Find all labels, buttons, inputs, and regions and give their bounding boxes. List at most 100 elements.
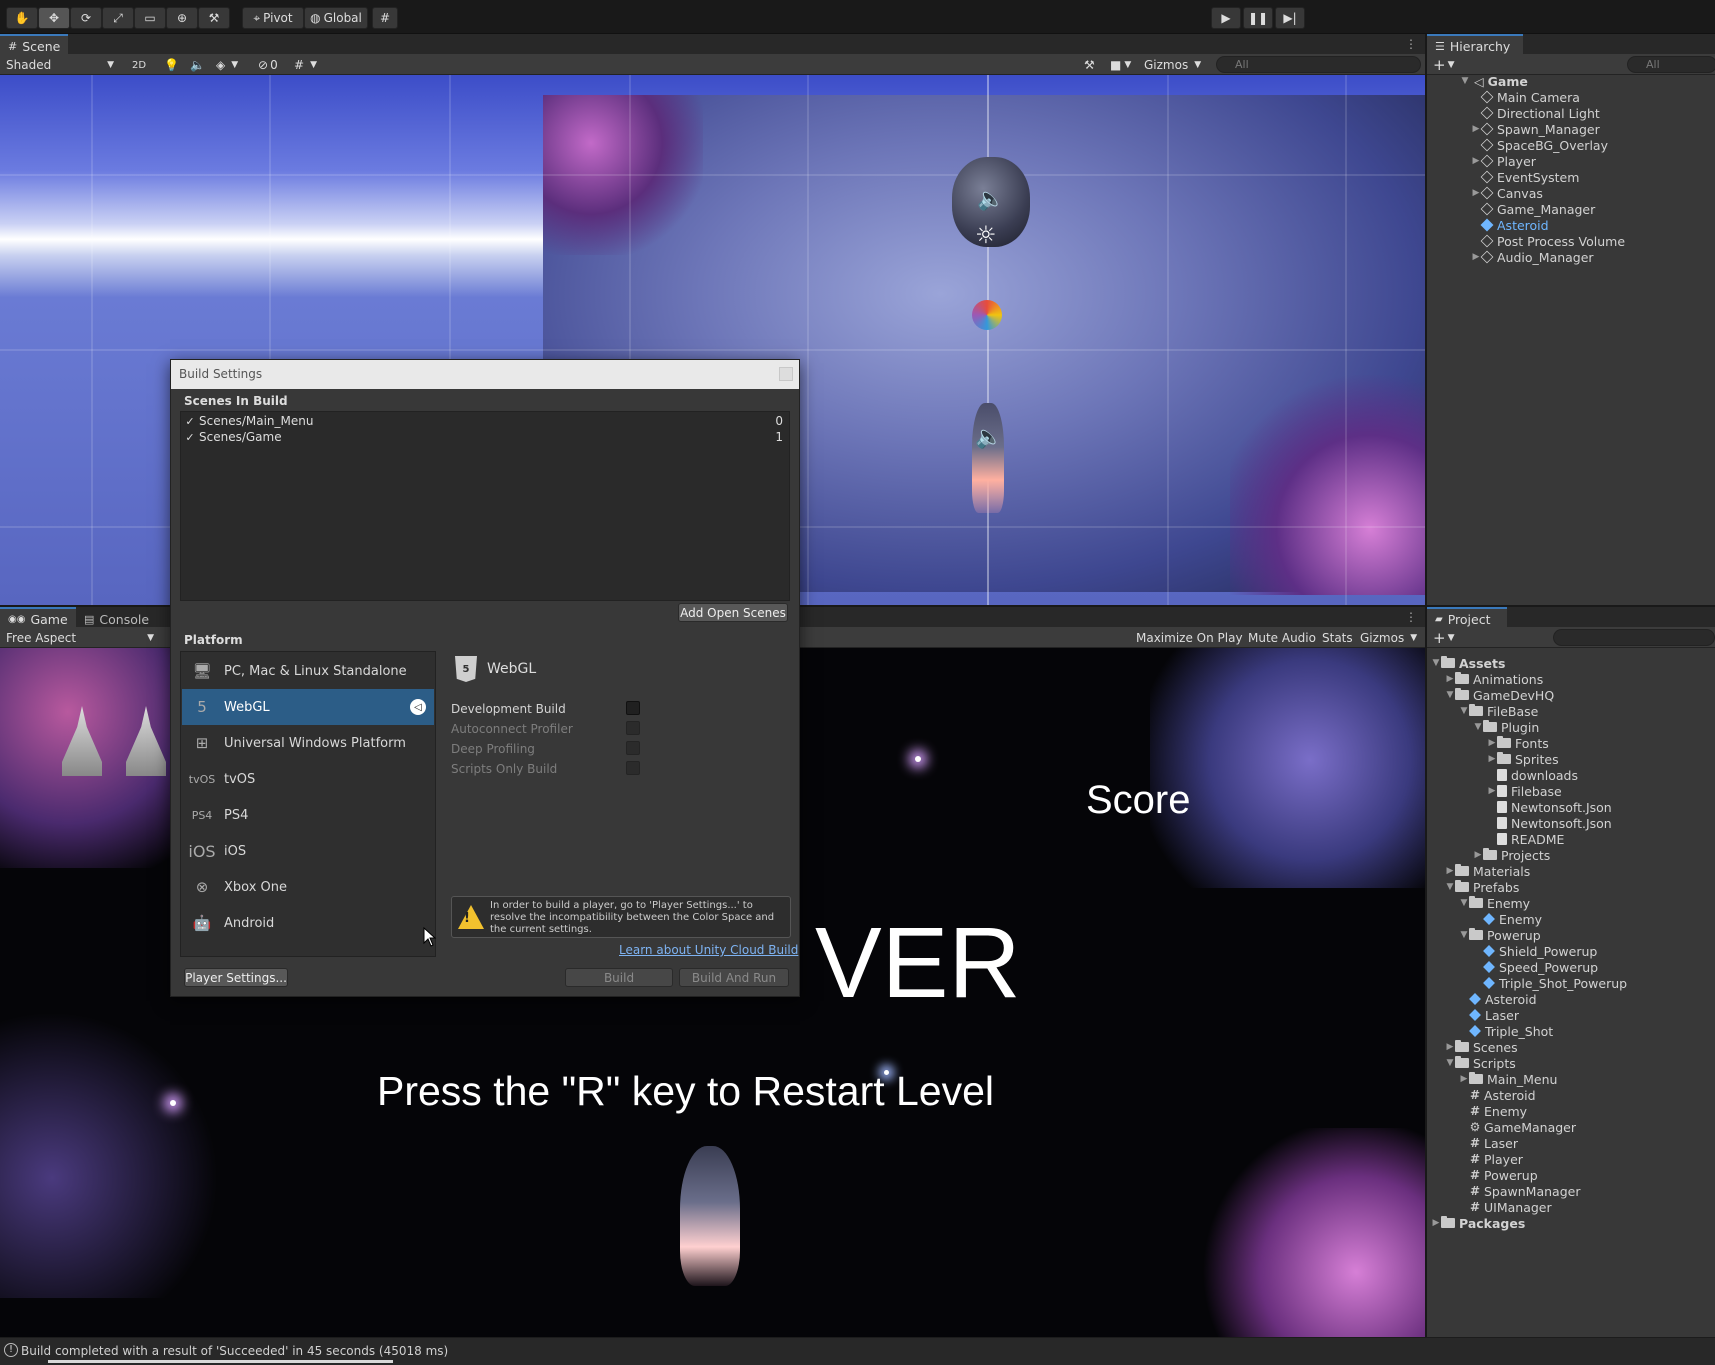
- tab-console[interactable]: ▤ Console: [76, 607, 166, 629]
- platform-item[interactable]: 🤖 Android: [182, 905, 434, 941]
- project-item[interactable]: ▼ Assets: [1431, 655, 1506, 671]
- project-item[interactable]: # Laser: [1459, 1135, 1518, 1151]
- chevron-right-icon[interactable]: ▶: [1445, 1042, 1455, 1052]
- build-option-checkbox[interactable]: [626, 721, 640, 735]
- mute-audio-toggle[interactable]: Mute Audio: [1244, 629, 1320, 647]
- tab-game[interactable]: ◉◉ Game: [0, 607, 76, 629]
- chevron-right-icon[interactable]: ▶: [1487, 786, 1497, 796]
- hierarchy-item[interactable]: Directional Light: [1471, 105, 1600, 121]
- hierarchy-scene-row[interactable]: ▼ ◁ Game: [1460, 73, 1528, 89]
- shading-mode-dropdown[interactable]: Shaded ▼: [2, 56, 118, 74]
- scene-gizmos-dropdown[interactable]: Gizmos ▼: [1140, 56, 1206, 74]
- chevron-right-icon[interactable]: ▶: [1471, 188, 1481, 198]
- hierarchy-item[interactable]: ▶ Canvas: [1471, 185, 1543, 201]
- tools-toggle[interactable]: ⚒: [1080, 56, 1099, 74]
- scene-row[interactable]: ✓ Scenes/Main_Menu 0: [181, 413, 787, 429]
- build-and-run-button[interactable]: Build And Run: [679, 968, 789, 987]
- stats-toggle[interactable]: Stats: [1318, 629, 1357, 647]
- close-icon[interactable]: [779, 367, 793, 381]
- project-item[interactable]: Asteroid: [1459, 991, 1537, 1007]
- platform-item[interactable]: 🖥 PC, Mac & Linux Standalone: [182, 653, 434, 689]
- chevron-right-icon[interactable]: ▶: [1445, 866, 1455, 876]
- audio-toggle[interactable]: 🔈: [186, 56, 209, 74]
- global-toggle[interactable]: ◍ Global: [304, 7, 368, 29]
- tab-scene[interactable]: # Scene: [0, 34, 68, 56]
- chevron-down-icon[interactable]: ▼: [1459, 706, 1469, 716]
- play-button[interactable]: ▶: [1211, 7, 1241, 29]
- chevron-right-icon[interactable]: ▶: [1459, 1074, 1469, 1084]
- hierarchy-item[interactable]: ▶ Audio_Manager: [1471, 249, 1594, 265]
- hierarchy-item[interactable]: EventSystem: [1471, 169, 1579, 185]
- camera-dropdown[interactable]: ■ ▼: [1106, 56, 1136, 74]
- project-item[interactable]: Enemy: [1473, 911, 1542, 927]
- project-item[interactable]: Shield_Powerup: [1473, 943, 1597, 959]
- game-more-icon[interactable]: ⋮: [1405, 610, 1417, 624]
- chevron-down-icon[interactable]: ▼: [1460, 76, 1470, 86]
- hierarchy-item[interactable]: Main Camera: [1471, 89, 1580, 105]
- hierarchy-item[interactable]: Game_Manager: [1471, 201, 1595, 217]
- hierarchy-item[interactable]: Post Process Volume: [1471, 233, 1625, 249]
- dialog-title-bar[interactable]: Build Settings: [171, 360, 799, 389]
- project-item[interactable]: ▼ Powerup: [1459, 927, 1541, 943]
- chevron-right-icon[interactable]: ▶: [1487, 754, 1497, 764]
- tab-project[interactable]: ▰ Project: [1427, 607, 1507, 629]
- chevron-right-icon[interactable]: ▶: [1487, 738, 1497, 748]
- toggle-2d-button[interactable]: 2D: [128, 56, 151, 74]
- project-item[interactable]: Newtonsoft.Json: [1487, 799, 1612, 815]
- project-item[interactable]: Laser: [1459, 1007, 1519, 1023]
- project-item[interactable]: # UIManager: [1459, 1199, 1552, 1215]
- project-item[interactable]: ▶ Materials: [1445, 863, 1531, 879]
- project-item[interactable]: ▶ Scenes: [1445, 1039, 1518, 1055]
- chevron-down-icon[interactable]: ▼: [1445, 1058, 1455, 1068]
- project-item[interactable]: # SpawnManager: [1459, 1183, 1581, 1199]
- effects-toggle[interactable]: ◈ ▼: [212, 56, 243, 74]
- chevron-down-icon[interactable]: ▼: [1459, 930, 1469, 940]
- hierarchy-search-input[interactable]: All: [1627, 56, 1715, 73]
- maximize-on-play-toggle[interactable]: Maximize On Play: [1132, 629, 1247, 647]
- hierarchy-item[interactable]: SpaceBG_Overlay: [1471, 137, 1608, 153]
- project-item[interactable]: ▶ Main_Menu: [1459, 1071, 1558, 1087]
- chevron-right-icon[interactable]: ▶: [1431, 1218, 1441, 1228]
- project-item[interactable]: ▶ Sprites: [1487, 751, 1559, 767]
- chevron-right-icon[interactable]: ▶: [1471, 156, 1481, 166]
- scale-tool-button[interactable]: ⤢: [102, 7, 134, 29]
- project-item[interactable]: ▼ Plugin: [1473, 719, 1540, 735]
- hierarchy-item[interactable]: ▶ Spawn_Manager: [1471, 121, 1600, 137]
- project-search-input[interactable]: [1553, 629, 1715, 646]
- build-option-checkbox[interactable]: [626, 761, 640, 775]
- chevron-down-icon[interactable]: ▼: [1431, 658, 1441, 668]
- project-item[interactable]: # Player: [1459, 1151, 1523, 1167]
- platform-item[interactable]: PS4 PS4: [182, 797, 434, 833]
- project-item[interactable]: Speed_Powerup: [1473, 959, 1598, 975]
- grid-snap-button[interactable]: #: [372, 7, 398, 29]
- project-item[interactable]: ▼ Enemy: [1459, 895, 1531, 911]
- pause-button[interactable]: ❚❚: [1243, 7, 1273, 29]
- hidden-objects-toggle[interactable]: ⊘ 0: [254, 56, 282, 74]
- chevron-right-icon[interactable]: ▶: [1473, 850, 1483, 860]
- chevron-right-icon[interactable]: ▶: [1471, 124, 1481, 134]
- build-option-checkbox[interactable]: [626, 701, 640, 715]
- project-item[interactable]: ⚙ GameManager: [1459, 1119, 1576, 1135]
- project-item[interactable]: # Asteroid: [1459, 1087, 1536, 1103]
- project-item[interactable]: # Enemy: [1459, 1103, 1527, 1119]
- hierarchy-item[interactable]: Asteroid: [1471, 217, 1549, 233]
- chevron-down-icon[interactable]: ▼: [1473, 722, 1483, 732]
- hand-tool-button[interactable]: ✋: [6, 7, 38, 29]
- chevron-down-icon[interactable]: ▼: [1445, 882, 1455, 892]
- transform-tool-button[interactable]: ⊕: [166, 7, 198, 29]
- chevron-down-icon[interactable]: ▼: [1459, 898, 1469, 908]
- status-message[interactable]: Build completed with a result of 'Succee…: [21, 1344, 448, 1358]
- project-item[interactable]: ▼ Scripts: [1445, 1055, 1516, 1071]
- project-item[interactable]: ▶ Packages: [1431, 1215, 1526, 1231]
- move-tool-button[interactable]: ✥: [38, 7, 70, 29]
- project-item[interactable]: ▼ FileBase: [1459, 703, 1539, 719]
- player-ship-sprite[interactable]: [972, 403, 1004, 513]
- build-option-checkbox[interactable]: [626, 741, 640, 755]
- project-item[interactable]: ▼ GameDevHQ: [1445, 687, 1555, 703]
- project-item[interactable]: README: [1487, 831, 1564, 847]
- scene-search-input[interactable]: All: [1216, 56, 1421, 73]
- checkmark-icon[interactable]: ✓: [183, 415, 197, 428]
- scene-more-icon[interactable]: ⋮: [1405, 37, 1417, 51]
- aspect-dropdown[interactable]: Free Aspect ▼: [2, 629, 158, 647]
- project-item[interactable]: Triple_Shot: [1459, 1023, 1553, 1039]
